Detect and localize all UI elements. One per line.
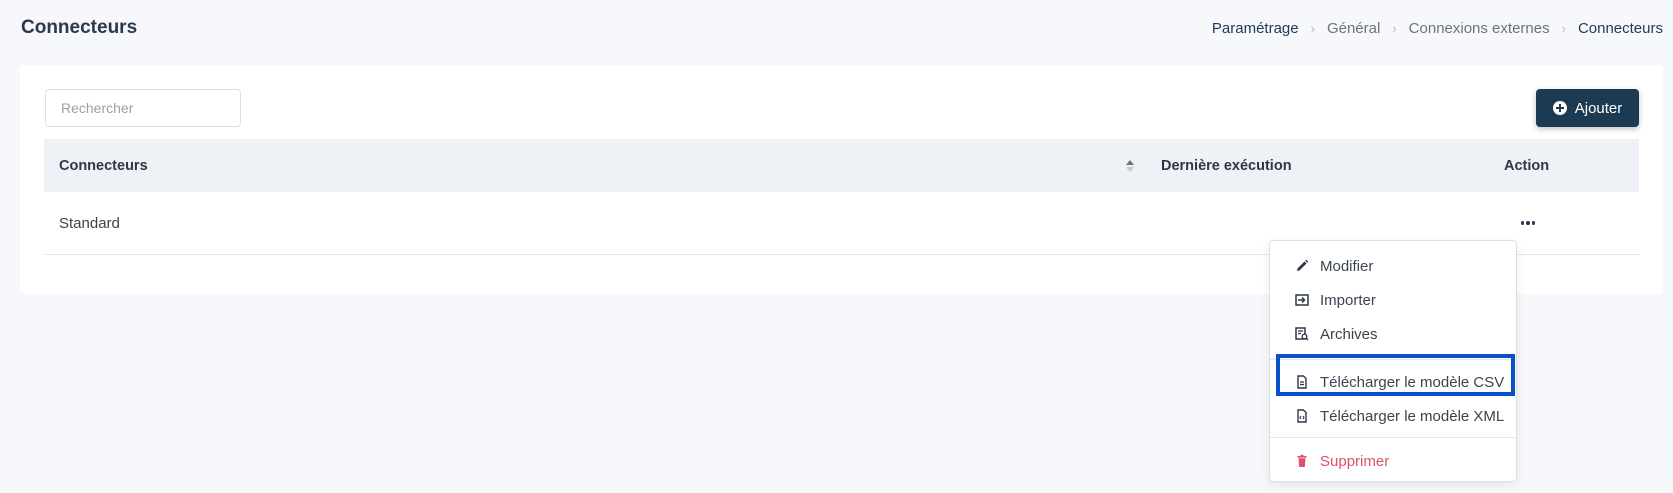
sort-icon[interactable] — [1126, 160, 1134, 172]
chevron-right-icon: › — [1310, 20, 1315, 36]
menu-item-label: Archives — [1320, 325, 1378, 343]
menu-item-label: Importer — [1320, 291, 1376, 309]
chevron-right-icon: › — [1392, 20, 1397, 36]
more-actions-icon[interactable] — [1518, 217, 1538, 229]
breadcrumb-item-connexions-externes[interactable]: Connexions externes — [1409, 20, 1550, 37]
column-header-action: Action — [1504, 157, 1550, 174]
add-button-label: Ajouter — [1574, 99, 1623, 117]
menu-item-importer[interactable]: Importer — [1270, 283, 1516, 317]
menu-item-archives[interactable]: Archives — [1270, 317, 1516, 351]
column-header-connecteurs[interactable]: Connecteurs — [59, 139, 148, 192]
breadcrumb-item-general[interactable]: Général — [1327, 20, 1380, 37]
page-title: Connecteurs — [21, 17, 138, 38]
file-code-icon — [1297, 409, 1307, 423]
menu-item-supprimer[interactable]: Supprimer — [1270, 444, 1516, 478]
menu-item-telecharger-xml[interactable]: Télécharger le modèle XML — [1270, 399, 1516, 433]
menu-divider — [1270, 437, 1516, 438]
column-header-derniere-execution: Dernière exécution — [1161, 157, 1292, 174]
search-input[interactable] — [45, 89, 241, 127]
breadcrumb-item-parametrage[interactable]: Paramétrage — [1212, 20, 1299, 37]
chevron-right-icon: › — [1561, 20, 1566, 36]
page-header: Connecteurs Paramétrage › Général › Conn… — [21, 14, 1663, 42]
breadcrumb: Paramétrage › Général › Connexions exter… — [1212, 20, 1663, 37]
trash-icon — [1297, 454, 1307, 467]
connector-name: Standard — [59, 215, 120, 232]
breadcrumb-item-connecteurs: Connecteurs — [1577, 19, 1663, 37]
plus-circle-icon — [1552, 101, 1567, 115]
menu-item-label: Télécharger le modèle XML — [1320, 407, 1505, 425]
pencil-icon — [1297, 259, 1309, 271]
focus-highlight-box — [1276, 354, 1515, 396]
menu-item-modifier[interactable]: Modifier — [1270, 249, 1516, 283]
add-button[interactable]: Ajouter — [1536, 89, 1639, 127]
archive-search-icon — [1295, 327, 1309, 341]
import-icon — [1295, 294, 1309, 306]
menu-item-label: Supprimer — [1320, 452, 1390, 470]
menu-item-label: Modifier — [1320, 257, 1374, 275]
table-header: Connecteurs Dernière exécution Action — [44, 139, 1639, 192]
